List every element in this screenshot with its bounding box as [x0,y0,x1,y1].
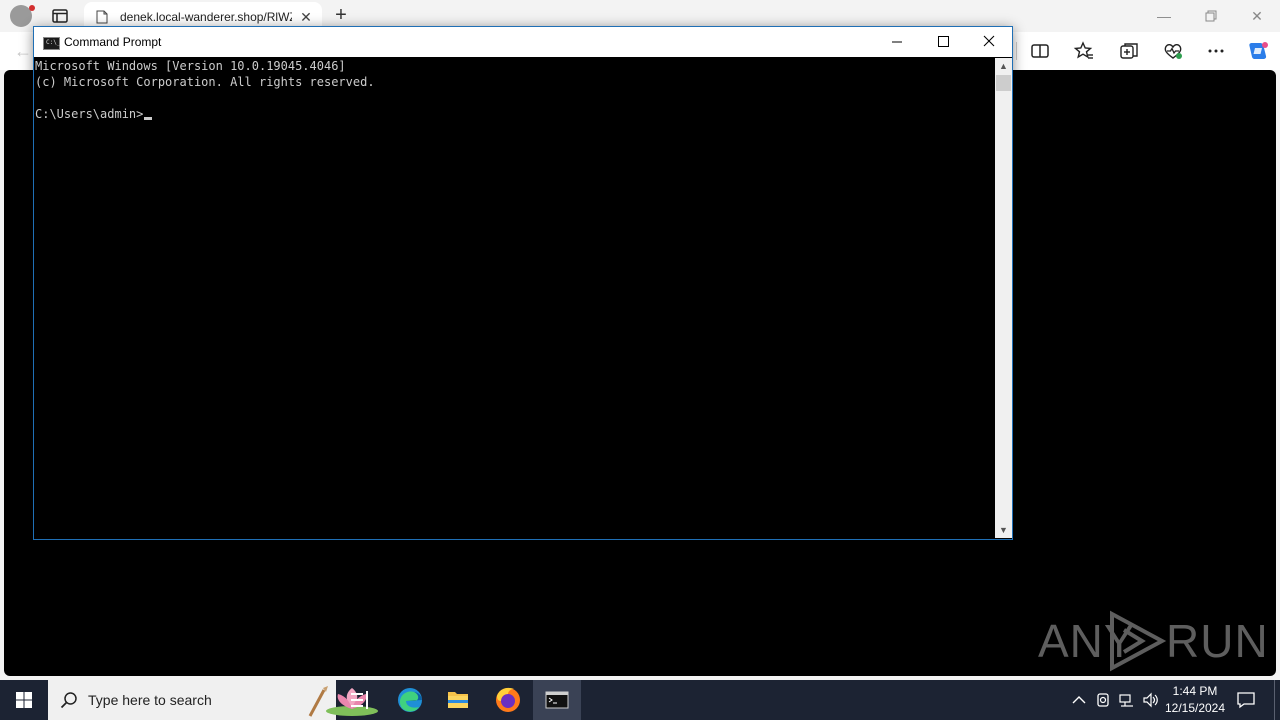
edge-browser-icon[interactable] [386,680,434,720]
cmd-window-title: Command Prompt [64,35,162,49]
cmd-app-icon: C:\_ [43,37,60,50]
cmd-console-output[interactable]: Microsoft Windows [Version 10.0.19045.40… [34,58,995,538]
network-icon[interactable] [1119,692,1135,708]
tab-close-icon[interactable]: ✕ [298,9,314,25]
search-icon [60,692,77,709]
command-prompt-window[interactable]: C:\_ Command Prompt Microsoft Windows [V… [33,26,1013,540]
watermark-text-right: RUN [1166,615,1269,667]
cmd-close-icon[interactable] [966,27,1012,57]
anyrun-watermark: ANY RUN [1038,608,1268,672]
cmd-maximize-icon[interactable] [920,27,966,57]
collections-icon[interactable] [1118,40,1140,62]
cmd-icon-glyph: C:\_ [46,39,61,46]
task-view-icon[interactable] [336,680,384,720]
clock-time: 1:44 PM [1172,684,1218,698]
windows-start-icon[interactable] [0,680,48,720]
scroll-up-arrow-icon[interactable]: ▲ [995,58,1012,74]
firefox-icon[interactable] [484,680,532,720]
scrollbar-thumb[interactable] [996,75,1011,91]
search-placeholder: Type here to search [88,692,212,708]
page-icon [96,10,108,24]
cmd-line-version: Microsoft Windows [Version 10.0.19045.40… [35,59,346,73]
file-explorer-icon[interactable] [434,680,482,720]
browser-essentials-icon[interactable] [1162,40,1184,62]
split-screen-icon[interactable] [1029,40,1051,62]
volume-icon[interactable] [1143,692,1159,708]
cmd-minimize-icon[interactable] [874,27,920,57]
cmd-prompt-text: C:\Users\admin> [35,107,144,121]
cmd-prompt-line[interactable]: C:\Users\admin> [35,106,153,122]
show-desktop-button[interactable] [1274,680,1275,720]
profile-notification-dot [29,5,35,11]
tab-title: denek.local-wanderer.shop/RlWZ [120,10,292,24]
toolbar-divider [1016,42,1017,60]
cmd-scrollbar[interactable]: ▲ ▼ [995,58,1012,538]
clock-date: 12/15/2024 [1164,701,1226,715]
cmd-title-bar[interactable]: C:\_ Command Prompt [34,27,1012,57]
back-arrow-icon[interactable]: ← [14,41,34,61]
cmd-line-copyright: (c) Microsoft Corporation. All rights re… [35,75,375,89]
more-options-icon[interactable] [1205,40,1227,62]
copilot-icon[interactable] [1246,39,1270,63]
browser-restore-icon[interactable] [1190,4,1230,28]
windows-taskbar: Type here to search 1:44 PM 12/15/2024 [0,680,1280,720]
cmd-cursor [144,117,153,120]
browser-minimize-icon[interactable]: — [1144,4,1184,28]
taskbar-search-box[interactable]: Type here to search [48,680,378,720]
tab-actions-icon[interactable] [50,6,70,26]
favorites-star-icon[interactable] [1073,40,1095,62]
watermark-play-icon [1110,610,1167,672]
tray-app-icon[interactable] [1095,692,1111,708]
notification-center-icon[interactable] [1236,690,1256,710]
new-tab-button[interactable]: + [330,5,352,27]
scroll-down-arrow-icon[interactable]: ▼ [995,522,1012,538]
browser-close-icon[interactable]: ✕ [1237,4,1277,28]
tray-overflow-chevron-icon[interactable] [1071,692,1087,708]
taskbar-clock[interactable]: 1:44 PM 12/15/2024 [1160,683,1230,717]
taskbar-command-prompt-icon[interactable] [533,680,581,720]
